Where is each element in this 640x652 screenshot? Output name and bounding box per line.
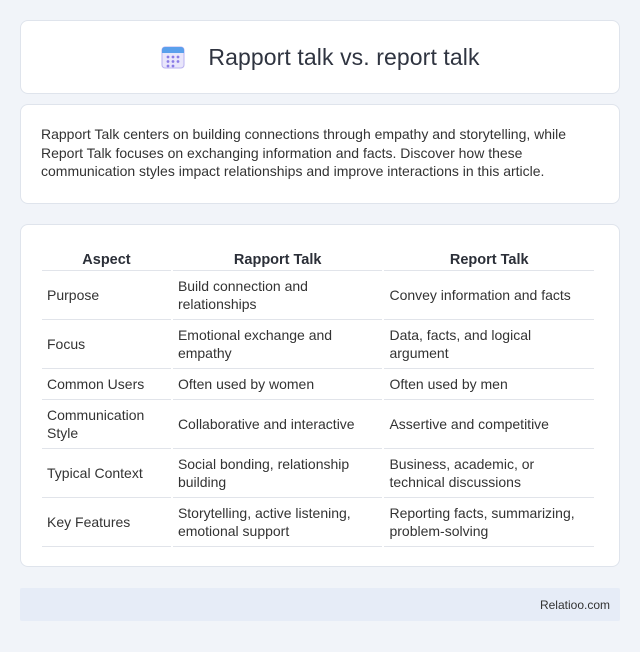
table-cell: Reporting facts, summarizing, problem-so… (384, 498, 594, 547)
table-cell: Communication Style (42, 400, 171, 449)
table-cell: Business, academic, or technical discuss… (384, 449, 594, 498)
table-row: Typical Context Social bonding, relation… (42, 449, 594, 498)
table-cell: Build connection and relationships (172, 271, 383, 320)
table-cell: Data, facts, and logical argument (384, 320, 594, 369)
table-cell: Often used by men (384, 369, 594, 400)
table-cell: Emotional exchange and empathy (172, 320, 383, 369)
table-cell: Focus (42, 320, 171, 369)
page-title: Rapport talk vs. report talk (208, 43, 480, 70)
table-cell: Common Users (42, 369, 171, 400)
table-row: Purpose Build connection and relationshi… (42, 271, 594, 320)
column-header: Rapport Talk (172, 245, 383, 271)
table-header-row: Aspect Rapport Talk Report Talk (42, 245, 594, 271)
footer: Relatioo.com (20, 588, 620, 621)
table-row: Key Features Storytelling, active listen… (42, 498, 594, 547)
table-cell: Collaborative and interactive (172, 400, 383, 449)
table-row: Common Users Often used by women Often u… (42, 369, 594, 400)
comparison-table: Aspect Rapport Talk Report Talk Purpose … (40, 245, 596, 547)
intro-card: Rapport Talk centers on building connect… (20, 104, 620, 204)
table-row: Focus Emotional exchange and empathy Dat… (42, 320, 594, 369)
table-cell: Assertive and competitive (384, 400, 594, 449)
table-row: Communication Style Collaborative and in… (42, 400, 594, 449)
column-header: Aspect (42, 245, 171, 271)
table-cell: Social bonding, relationship building (172, 449, 383, 498)
table-cell: Typical Context (42, 449, 171, 498)
title-card: Rapport talk vs. report talk (20, 20, 620, 94)
intro-text: Rapport Talk centers on building connect… (41, 126, 567, 179)
comparison-card: Aspect Rapport Talk Report Talk Purpose … (20, 224, 620, 567)
column-header: Report Talk (384, 245, 594, 271)
table-cell: Storytelling, active listening, emotiona… (172, 498, 383, 547)
table-cell: Convey information and facts (384, 271, 594, 320)
footer-brand[interactable]: Relatioo.com (540, 598, 610, 612)
calendar-icon (161, 46, 185, 69)
table-cell: Purpose (42, 271, 171, 320)
table-cell: Key Features (42, 498, 171, 547)
table-cell: Often used by women (172, 369, 383, 400)
